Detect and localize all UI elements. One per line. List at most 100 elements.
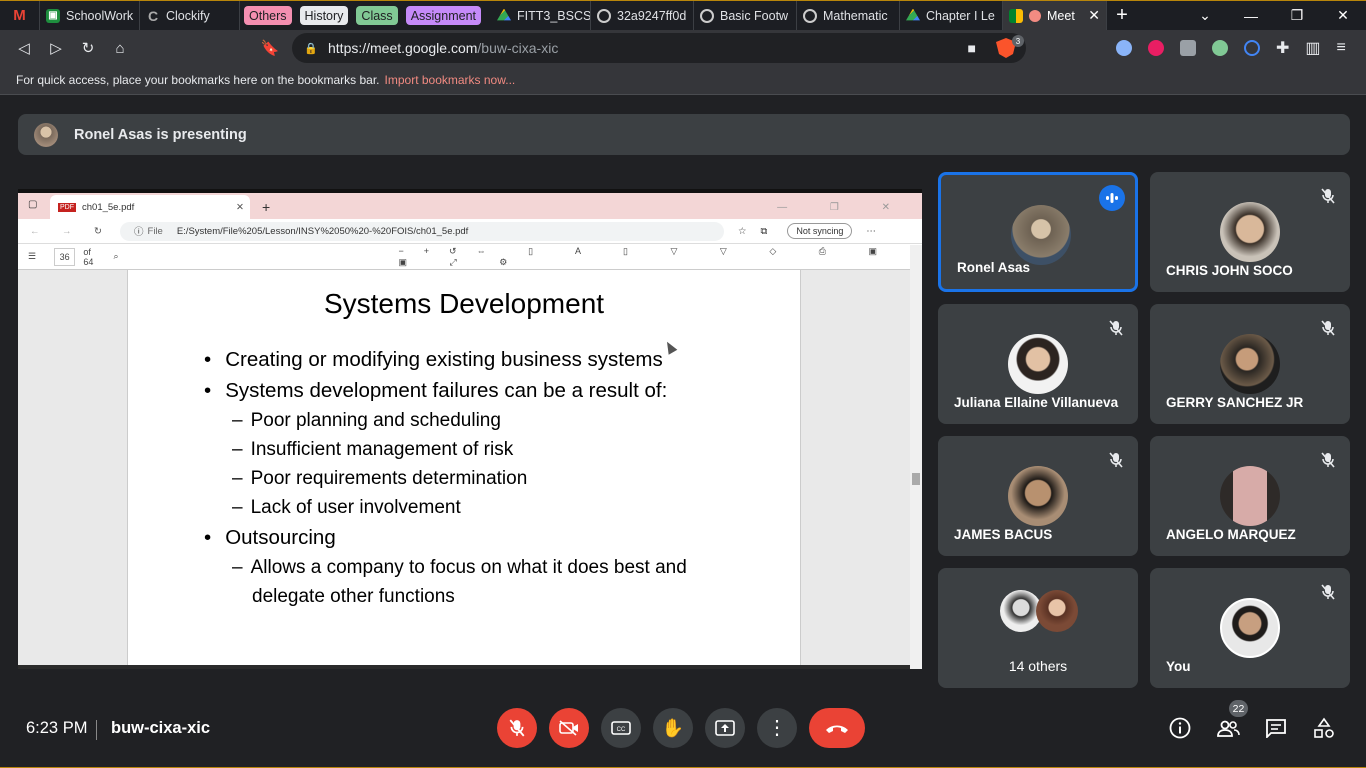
url-bar[interactable]: 🔒 https://meet.google.com/buw-cixa-xic ■… xyxy=(292,33,1026,63)
svg-text:CC: CC xyxy=(617,727,626,733)
page-total: of 64 xyxy=(83,246,94,267)
new-tab-button[interactable]: + xyxy=(1107,4,1137,27)
sidebar-icon[interactable]: ▥ xyxy=(1305,38,1320,58)
activities-icon xyxy=(1314,717,1334,738)
extension-icon[interactable] xyxy=(1116,40,1132,56)
tab-fitt3[interactable]: FITT3_BSCS2 xyxy=(491,0,591,31)
reload-icon: ↻ xyxy=(94,225,102,237)
recording-icon xyxy=(1029,9,1041,22)
participant-tile[interactable]: GERRY SANCHEZ JR xyxy=(1150,304,1350,424)
activities-button[interactable] xyxy=(1312,716,1336,740)
ublock-icon[interactable] xyxy=(1180,40,1196,56)
shared-browser-tabs: ▢ PDF ch01_5e.pdf ✕ + — ❐ ✕ xyxy=(18,189,922,219)
tab-32a9247[interactable]: 32a9247ff0d xyxy=(591,0,694,31)
avatar xyxy=(1220,598,1280,658)
close-window-button[interactable]: ✕ xyxy=(1320,1,1366,31)
extension-icon[interactable] xyxy=(1244,40,1260,56)
gmail-tab[interactable]: M xyxy=(0,0,40,31)
participant-name: ANGELO MARQUEZ xyxy=(1166,527,1296,542)
slide-bullets: Creating or modifying existing business … xyxy=(204,344,800,611)
restore-button[interactable]: ❐ xyxy=(1274,1,1320,31)
participant-tile[interactable]: ANGELO MARQUEZ xyxy=(1150,436,1350,556)
meeting-details-button[interactable] xyxy=(1168,716,1192,740)
present-screen-icon xyxy=(715,720,735,736)
others-count: 14 others xyxy=(1008,658,1068,674)
extension-icon[interactable] xyxy=(1212,40,1228,56)
slide-title: Systems Development xyxy=(323,288,605,319)
present-button[interactable] xyxy=(705,708,745,748)
participant-tile[interactable]: JAMES BACUS xyxy=(938,436,1138,556)
puzzle-icon[interactable]: ✚ xyxy=(1276,38,1289,58)
url-host: https://meet.google.com xyxy=(328,40,478,56)
bookmarks-message: For quick access, place your bookmarks h… xyxy=(16,73,380,87)
tab-group-others[interactable]: Others xyxy=(244,6,292,25)
tab-schoolwork[interactable]: ▣ SchoolWork xyxy=(40,0,140,31)
participant-tile[interactable]: CHRIS JOHN SOCO xyxy=(1150,172,1350,292)
people-button[interactable] xyxy=(1216,716,1240,740)
slide-sub-bullet: Poor planning and scheduling xyxy=(232,406,800,435)
pdf-viewport: Systems Development Creating or modifyin… xyxy=(18,270,922,665)
camera-toggle-button[interactable] xyxy=(549,708,589,748)
mic-off-icon xyxy=(1318,186,1338,206)
extension-icon[interactable] xyxy=(1148,40,1164,56)
hand-icon: ✋ xyxy=(661,717,685,738)
browser-tab-strip: M ▣ SchoolWork C Clockify Others History… xyxy=(0,0,1366,31)
pdf-toolbar: ☰ 36 of 64 ⌕ −+↺⇔ ▯ A ▯ ▽ ▽ ◇ ⎙ ▣ ▣ ⤢ ⚙ xyxy=(18,244,922,270)
mic-off-icon xyxy=(1318,582,1338,602)
slide-bullet: Systems development failures can be a re… xyxy=(204,375,800,406)
tab-group-assignment[interactable]: Assignment xyxy=(405,6,481,25)
tab-actions-icon: ▢ xyxy=(28,199,38,210)
tab-clockify[interactable]: C Clockify xyxy=(140,0,240,31)
file-path: E:/System/File%205/Lesson/INSY%2050%20-%… xyxy=(176,225,469,237)
minimize-button[interactable]: — xyxy=(1228,1,1274,31)
slide-bullet: Creating or modifying existing business … xyxy=(204,344,800,375)
pdf-slide-page: Systems Development Creating or modifyin… xyxy=(127,270,801,665)
participant-tile[interactable]: Ronel Asas xyxy=(938,172,1138,292)
others-tile[interactable]: 14 others xyxy=(938,568,1138,688)
chat-button[interactable] xyxy=(1264,716,1288,740)
close-tab-icon[interactable]: ✕ xyxy=(1088,7,1100,24)
reload-button[interactable]: ↻ xyxy=(72,32,104,64)
tab-basic-footwork[interactable]: Basic Footw xyxy=(694,0,797,31)
back-button[interactable]: ◁ xyxy=(8,32,40,64)
raise-hand-button[interactable]: ✋ xyxy=(653,708,693,748)
globe-icon xyxy=(700,8,714,23)
participant-tile[interactable]: Juliana Ellaine Villanueva xyxy=(938,304,1138,424)
bookmarks-bar: For quick access, place your bookmarks h… xyxy=(0,66,1366,95)
avatar xyxy=(1220,202,1280,262)
import-bookmarks-link[interactable]: Import bookmarks now... xyxy=(385,73,516,87)
scrollbar-thumb xyxy=(912,473,920,485)
forward-button[interactable]: ▷ xyxy=(40,32,72,64)
tab-group-class[interactable]: Class xyxy=(356,6,398,25)
mic-toggle-button[interactable] xyxy=(497,708,537,748)
tab-meet[interactable]: Meet ✕ xyxy=(1003,0,1107,31)
current-time: 6:23 PM xyxy=(26,719,88,737)
clockify-icon: C xyxy=(147,7,159,24)
people-count-badge: 22 xyxy=(1229,700,1248,717)
drive-icon xyxy=(906,8,920,21)
tab-group-history[interactable]: History xyxy=(299,6,349,25)
menu-icon[interactable]: ≡ xyxy=(1337,39,1346,57)
info-icon xyxy=(1169,717,1191,739)
participant-name: Ronel Asas xyxy=(957,260,1031,275)
tab-chapter-i[interactable]: Chapter I Le xyxy=(900,0,1003,31)
camera-icon[interactable]: ■ xyxy=(968,40,976,56)
captions-icon: CC xyxy=(611,721,631,735)
globe-icon xyxy=(803,8,817,23)
bookmark-icon[interactable]: 🔖 xyxy=(254,32,286,64)
meeting-controls-bar: 6:23 PM buw-cixa-xic CC ✋ ⋮ 22 xyxy=(0,700,1366,768)
avatar xyxy=(1008,466,1068,526)
globe-icon xyxy=(597,8,611,23)
home-button[interactable]: ⌂ xyxy=(104,32,136,64)
avatar xyxy=(1220,334,1280,394)
tab-mathematics[interactable]: Mathematic xyxy=(797,0,900,31)
participant-name: Juliana Ellaine Villanueva xyxy=(954,395,1119,410)
leave-call-button[interactable] xyxy=(809,708,865,748)
tab-search-icon[interactable]: ⌄ xyxy=(1182,1,1228,31)
participant-tile-self[interactable]: You xyxy=(1150,568,1350,688)
captions-button[interactable]: CC xyxy=(601,708,641,748)
more-vert-icon: ⋮ xyxy=(767,717,787,739)
more-options-button[interactable]: ⋮ xyxy=(757,708,797,748)
people-icon xyxy=(1217,720,1240,737)
slide-sub-bullet: Allows a company to focus on what it doe… xyxy=(232,553,752,611)
